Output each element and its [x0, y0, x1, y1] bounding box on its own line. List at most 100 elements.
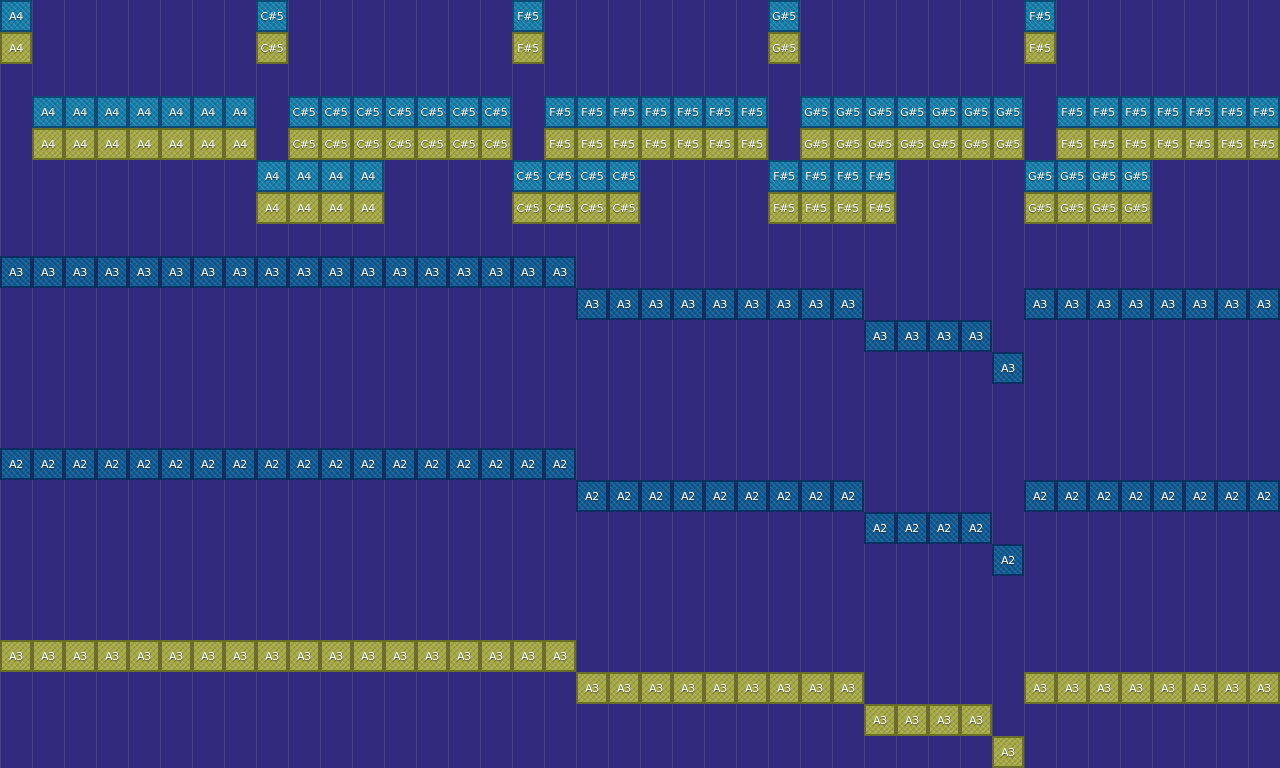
note-block[interactable]: A3: [640, 288, 672, 320]
note-block[interactable]: A2: [640, 480, 672, 512]
note-block[interactable]: C#5: [352, 96, 384, 128]
note-block[interactable]: A4: [224, 96, 256, 128]
note-block[interactable]: A2: [608, 480, 640, 512]
note-block[interactable]: C#5: [544, 192, 576, 224]
note-block[interactable]: F#5: [576, 128, 608, 160]
note-block[interactable]: A3: [256, 640, 288, 672]
note-block[interactable]: A2: [352, 448, 384, 480]
note-block[interactable]: C#5: [512, 160, 544, 192]
note-block[interactable]: F#5: [608, 128, 640, 160]
note-block[interactable]: A3: [480, 256, 512, 288]
note-block[interactable]: A4: [128, 96, 160, 128]
note-block[interactable]: A3: [448, 640, 480, 672]
note-block[interactable]: F#5: [1088, 96, 1120, 128]
note-block[interactable]: F#5: [672, 96, 704, 128]
note-block[interactable]: F#5: [1152, 96, 1184, 128]
note-block[interactable]: A2: [992, 544, 1024, 576]
note-block[interactable]: F#5: [1056, 128, 1088, 160]
note-block[interactable]: C#5: [480, 96, 512, 128]
note-block[interactable]: F#5: [768, 160, 800, 192]
note-block[interactable]: C#5: [384, 128, 416, 160]
note-block[interactable]: A2: [256, 448, 288, 480]
note-block[interactable]: F#5: [800, 192, 832, 224]
note-block[interactable]: A2: [512, 448, 544, 480]
note-block[interactable]: A2: [224, 448, 256, 480]
note-block[interactable]: A4: [32, 128, 64, 160]
note-block[interactable]: A2: [480, 448, 512, 480]
note-block[interactable]: A3: [1248, 288, 1280, 320]
note-block[interactable]: C#5: [416, 128, 448, 160]
note-block[interactable]: A3: [512, 256, 544, 288]
note-block[interactable]: F#5: [1216, 96, 1248, 128]
note-block[interactable]: A3: [1152, 672, 1184, 704]
note-block[interactable]: A3: [704, 672, 736, 704]
note-block[interactable]: A3: [736, 288, 768, 320]
note-block[interactable]: G#5: [992, 96, 1024, 128]
note-block[interactable]: A4: [192, 128, 224, 160]
note-block[interactable]: A4: [0, 0, 32, 32]
note-block[interactable]: F#5: [1088, 128, 1120, 160]
note-block[interactable]: A4: [320, 160, 352, 192]
note-block[interactable]: A4: [256, 160, 288, 192]
note-block[interactable]: A3: [1120, 288, 1152, 320]
note-block[interactable]: G#5: [800, 96, 832, 128]
note-block[interactable]: A2: [1088, 480, 1120, 512]
note-block[interactable]: A3: [864, 320, 896, 352]
note-block[interactable]: A2: [1248, 480, 1280, 512]
note-block[interactable]: A3: [192, 640, 224, 672]
note-block[interactable]: A2: [64, 448, 96, 480]
note-block[interactable]: A2: [832, 480, 864, 512]
note-block[interactable]: C#5: [352, 128, 384, 160]
note-block[interactable]: A3: [128, 256, 160, 288]
note-block[interactable]: A2: [192, 448, 224, 480]
note-block[interactable]: A3: [64, 640, 96, 672]
note-block[interactable]: G#5: [992, 128, 1024, 160]
note-block[interactable]: C#5: [288, 128, 320, 160]
note-block[interactable]: A3: [1088, 288, 1120, 320]
note-block[interactable]: A2: [960, 512, 992, 544]
note-block[interactable]: A2: [384, 448, 416, 480]
note-block[interactable]: A3: [640, 672, 672, 704]
note-block[interactable]: A4: [224, 128, 256, 160]
note-block[interactable]: A3: [352, 256, 384, 288]
note-block[interactable]: A2: [544, 448, 576, 480]
note-block[interactable]: A3: [0, 256, 32, 288]
note-block[interactable]: F#5: [1184, 96, 1216, 128]
note-block[interactable]: F#5: [1216, 128, 1248, 160]
note-block[interactable]: C#5: [544, 160, 576, 192]
note-block[interactable]: A2: [1024, 480, 1056, 512]
note-block[interactable]: A3: [576, 288, 608, 320]
note-block[interactable]: A3: [672, 672, 704, 704]
note-block[interactable]: A3: [800, 288, 832, 320]
note-block[interactable]: A3: [608, 288, 640, 320]
note-block[interactable]: A2: [448, 448, 480, 480]
note-block[interactable]: A4: [160, 128, 192, 160]
note-block[interactable]: A3: [960, 320, 992, 352]
note-block[interactable]: F#5: [512, 0, 544, 32]
note-block[interactable]: F#5: [1184, 128, 1216, 160]
note-block[interactable]: A3: [1216, 288, 1248, 320]
note-block[interactable]: F#5: [864, 192, 896, 224]
note-block[interactable]: C#5: [288, 96, 320, 128]
note-block[interactable]: F#5: [640, 96, 672, 128]
note-block[interactable]: F#5: [640, 128, 672, 160]
note-block[interactable]: F#5: [576, 96, 608, 128]
note-block[interactable]: F#5: [832, 192, 864, 224]
note-block[interactable]: A3: [832, 672, 864, 704]
note-block[interactable]: A3: [1056, 672, 1088, 704]
note-block[interactable]: F#5: [1248, 96, 1280, 128]
note-block[interactable]: A4: [96, 128, 128, 160]
note-block[interactable]: C#5: [512, 192, 544, 224]
note-block[interactable]: A3: [288, 640, 320, 672]
note-block[interactable]: F#5: [1120, 128, 1152, 160]
note-block[interactable]: F#5: [1120, 96, 1152, 128]
note-block[interactable]: G#5: [928, 96, 960, 128]
note-block[interactable]: F#5: [544, 128, 576, 160]
note-block[interactable]: A3: [896, 320, 928, 352]
note-block[interactable]: G#5: [896, 128, 928, 160]
note-block[interactable]: A3: [928, 320, 960, 352]
note-block[interactable]: C#5: [256, 0, 288, 32]
note-block[interactable]: F#5: [512, 32, 544, 64]
note-block[interactable]: A2: [896, 512, 928, 544]
note-block[interactable]: A2: [1152, 480, 1184, 512]
